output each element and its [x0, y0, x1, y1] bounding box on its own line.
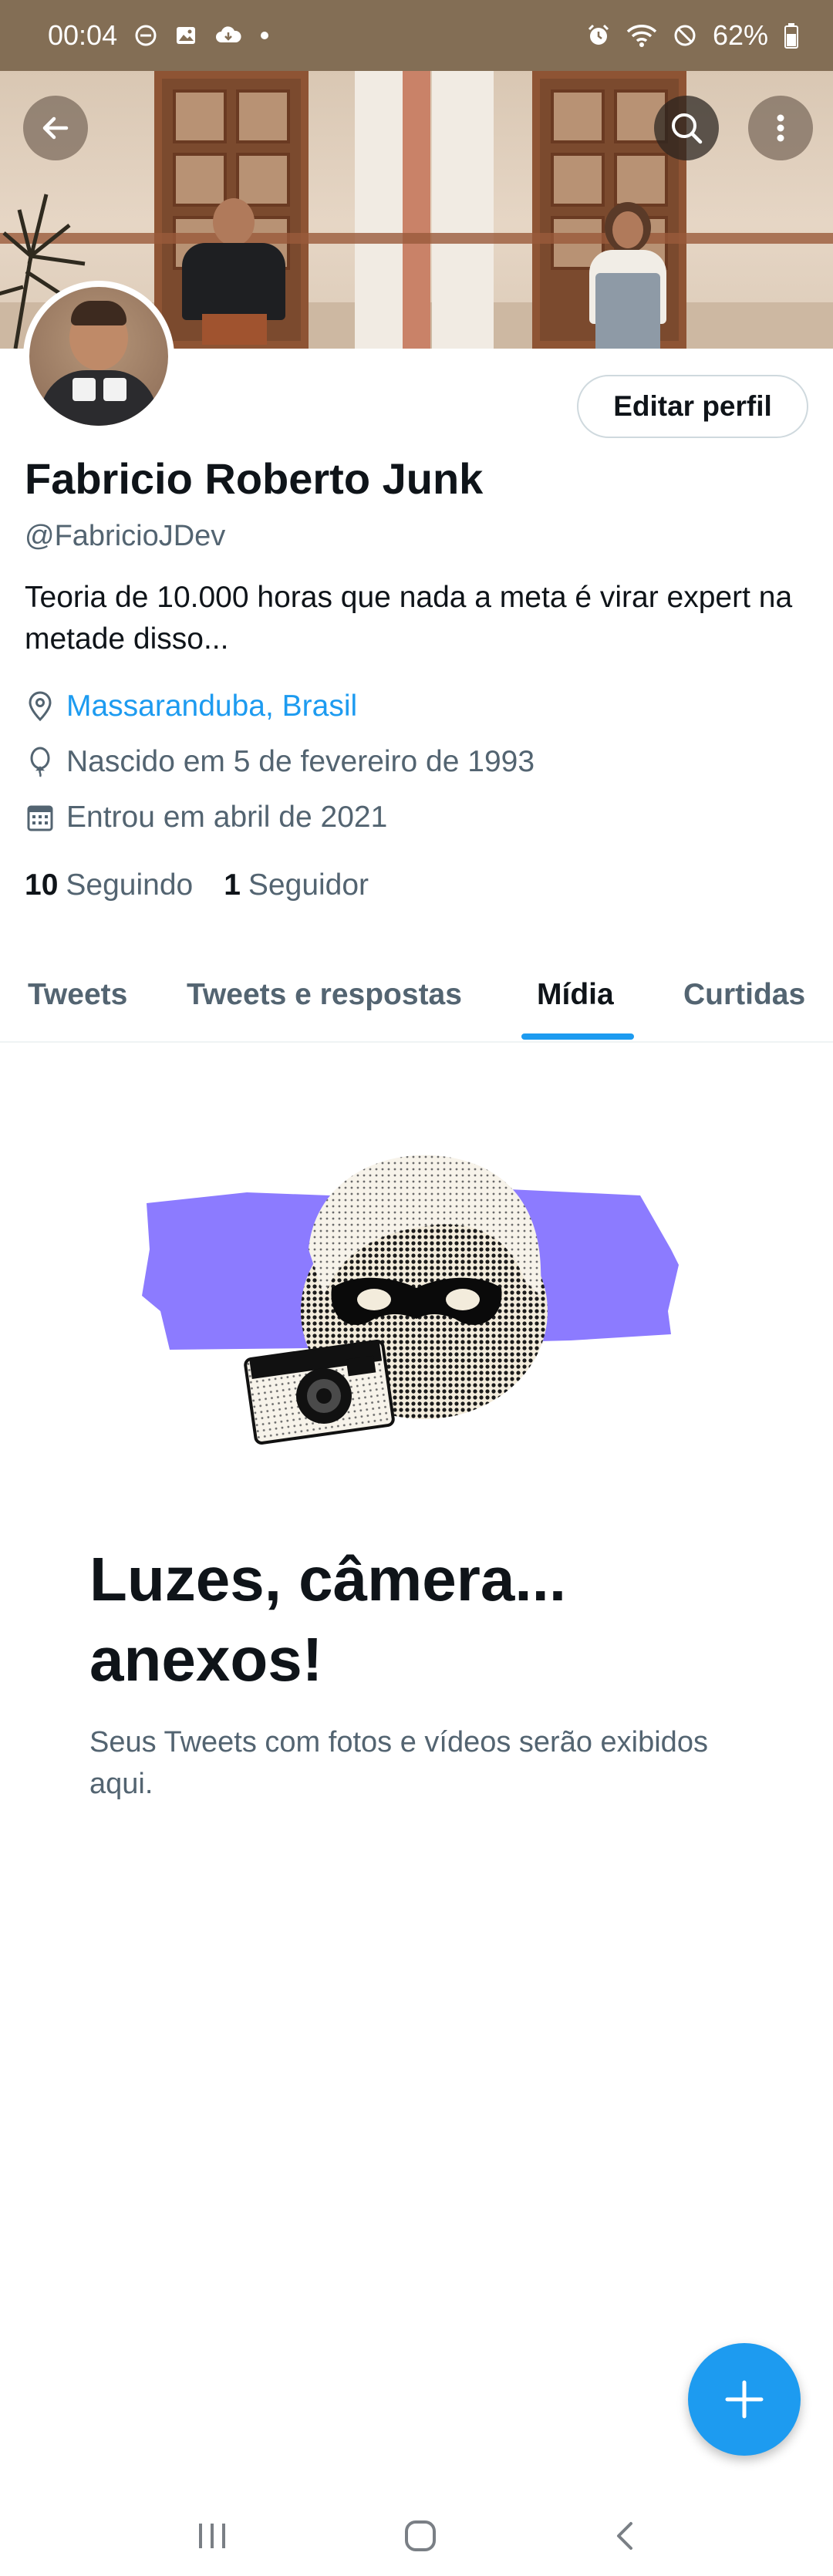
tab-tweets-replies[interactable]: Tweets e respostas [187, 978, 462, 1012]
search-button[interactable] [654, 96, 719, 160]
camera-icon [244, 1340, 395, 1445]
followers-label: Seguidor [248, 868, 369, 902]
more-options-button[interactable] [748, 96, 813, 160]
tab-media[interactable]: Mídia [537, 978, 614, 1012]
joined-date: Entrou em abril de 2021 [66, 801, 388, 834]
recent-apps-icon [199, 2523, 226, 2548]
system-back-button[interactable] [609, 2517, 640, 2558]
followers-link[interactable]: 1 Seguidor [224, 868, 369, 902]
tab-tweets[interactable]: Tweets [28, 978, 127, 1012]
edit-profile-button[interactable]: Editar perfil [577, 375, 808, 438]
chevron-left-icon [616, 2521, 632, 2550]
avatar[interactable] [23, 281, 174, 432]
empty-state-subtitle: Seus Tweets com fotos e vídeos serão exi… [89, 1726, 708, 1800]
profile-bio: Teoria de 10.000 horas que nada a meta é… [25, 581, 793, 656]
alarm-icon [586, 23, 611, 48]
empty-state-title: Luzes, câmera... anexos! [89, 1545, 567, 1694]
followers-count: 1 [224, 868, 241, 902]
battery-icon [784, 22, 799, 49]
joined-row: Entrou em abril de 2021 [25, 801, 387, 835]
follow-stats: 10 Seguindo 1 Seguidor [25, 868, 369, 902]
notification-dot-icon [259, 30, 270, 41]
profile-handle: @FabricioJDev [25, 520, 226, 552]
active-tab-indicator [521, 1033, 634, 1040]
more-vertical-icon [777, 114, 784, 142]
location-link[interactable]: Massaranduba, Brasil [66, 690, 357, 723]
status-time: 00:04 [48, 19, 118, 51]
following-link[interactable]: 10 Seguindo [25, 868, 193, 902]
following-count: 10 [25, 868, 59, 902]
wifi-icon [626, 23, 657, 48]
search-icon [672, 113, 703, 144]
system-navigation-bar [0, 2499, 833, 2576]
battery-percent: 62% [712, 19, 768, 51]
no-signal-icon [673, 23, 697, 48]
birth-row: Nascido em 5 de fevereiro de 1993 [25, 745, 535, 779]
do-not-disturb-icon [134, 24, 157, 47]
profile-tabs: Tweets Tweets e respostas Mídia Curtidas [0, 956, 833, 1043]
following-label: Seguindo [66, 868, 194, 902]
back-button[interactable] [23, 96, 88, 160]
status-bar: 00:04 62% [0, 0, 833, 71]
arrow-left-icon [42, 116, 69, 140]
gallery-icon [174, 24, 197, 47]
plus-icon [725, 2380, 764, 2419]
balloon-icon [25, 747, 56, 777]
home-icon [404, 2520, 436, 2551]
profile-name: Fabricio Roberto Junk [25, 454, 484, 503]
tab-likes[interactable]: Curtidas [683, 978, 805, 1012]
location-row: Massaranduba, Brasil [25, 690, 357, 723]
location-pin-icon [25, 691, 56, 722]
home-button[interactable] [402, 2517, 439, 2558]
birth-date: Nascido em 5 de fevereiro de 1993 [66, 745, 535, 778]
new-tweet-button[interactable] [688, 2343, 801, 2456]
media-empty-illustration [142, 1155, 679, 1445]
recent-apps-button[interactable] [193, 2520, 231, 2555]
cloud-icon [214, 24, 242, 47]
calendar-icon [25, 802, 56, 833]
